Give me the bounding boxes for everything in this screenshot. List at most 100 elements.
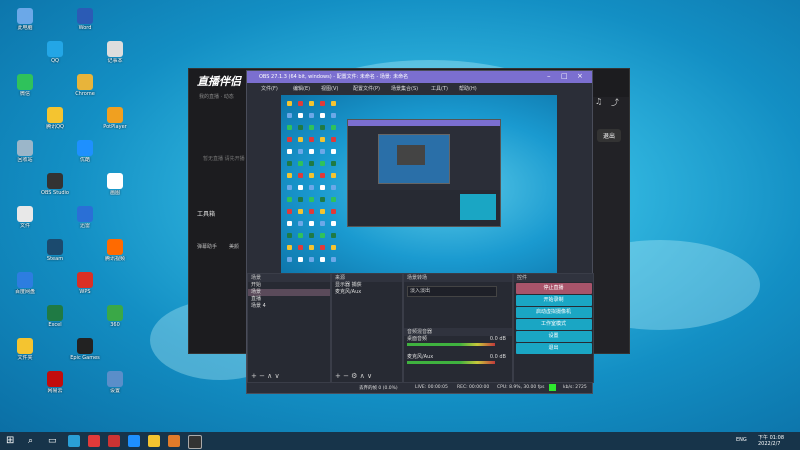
rec-time: REC: 00:00:00 [457, 385, 490, 390]
preview-icon [287, 233, 292, 238]
preview-icon [287, 245, 292, 250]
virtual-camera-button[interactable]: 启动虚拟摄像机 [515, 307, 592, 318]
desktop-icon[interactable]: 回收站 [8, 140, 42, 163]
desktop-icon-label: 画图 [109, 190, 120, 196]
close-icon[interactable]: × [577, 72, 583, 80]
scene-item-selected[interactable]: 场景 [248, 289, 330, 296]
preview-icon [287, 197, 292, 202]
desktop-icon[interactable]: 设置 [98, 371, 132, 394]
taskbar-app-icon[interactable] [168, 435, 180, 447]
clock-date[interactable]: 2022/2/7 [758, 441, 780, 447]
desktop-icon-glyph [107, 239, 123, 255]
desktop-icon-label: 微信 [19, 91, 30, 97]
tool-danmaku[interactable]: 弹幕助手 [197, 243, 217, 250]
desktop-icon[interactable]: Word [68, 8, 102, 31]
preview-icon [287, 113, 292, 118]
app-logo: 直播伴侣 [197, 75, 241, 88]
menu-profile[interactable]: 配置文件(P) [353, 85, 380, 92]
desktop-icon[interactable]: 网易云 [38, 371, 72, 394]
desktop-icon[interactable]: PotPlayer [98, 107, 132, 130]
desktop-icon[interactable]: Excel [38, 305, 72, 328]
desktop-icon-label: 百度网盘 [14, 289, 35, 295]
source-item[interactable]: 麦克风/Aux [332, 289, 402, 296]
desktop-icon[interactable]: 文件夹 [8, 338, 42, 361]
clock-time[interactable]: 下午 01:08 [758, 434, 784, 441]
edge-icon[interactable] [128, 435, 140, 447]
taskbar-app-icon[interactable] [88, 435, 100, 447]
desktop-icon[interactable]: WPS [68, 272, 102, 295]
preview-icon [298, 209, 303, 214]
search-icon[interactable]: ⌕ [28, 435, 40, 447]
scene-item[interactable]: 开始 [248, 282, 330, 289]
desktop-icon[interactable]: 画图 [98, 173, 132, 196]
desktop-icon[interactable]: Steam [38, 239, 72, 262]
stop-streaming-button[interactable]: 停止直播 [515, 283, 592, 294]
app-menu[interactable]: 我的直播 · 动态 [199, 93, 234, 100]
exit-button[interactable]: 退出 [515, 343, 592, 354]
source-item[interactable]: 显示器 捕获 [332, 282, 402, 289]
menu-scene-collection[interactable]: 场景集合(S) [391, 85, 418, 92]
menu-view[interactable]: 视图(V) [321, 85, 338, 92]
start-recording-button[interactable]: 开始录制 [515, 295, 592, 306]
desktop-icon-glyph [47, 239, 63, 255]
preview-icon [287, 101, 292, 106]
desktop-icon-glyph [77, 272, 93, 288]
transition-select[interactable]: 淡入淡出 [407, 286, 497, 297]
desktop-icon[interactable]: 此电脑 [8, 8, 42, 31]
taskbar-app-icon[interactable] [68, 435, 80, 447]
preview-icon [298, 233, 303, 238]
desktop-icon[interactable]: 优酷 [68, 140, 102, 163]
desktop-icon[interactable]: 腾讯QQ [38, 107, 72, 130]
windows-start-icon[interactable]: ⊞ [6, 435, 18, 447]
source-add-remove-controls[interactable]: + − ⚙ ∧ ∨ [335, 372, 372, 380]
desktop-icon-glyph [77, 8, 93, 24]
menu-tools[interactable]: 工具(T) [431, 85, 448, 92]
bell-icon[interactable]: ♫ [595, 97, 602, 106]
obs-preview[interactable] [281, 95, 557, 281]
desktop-icon[interactable]: 腾讯视频 [98, 239, 132, 262]
share-icon[interactable]: ⤴ [611, 97, 619, 108]
menu-file[interactable]: 文件(F) [261, 85, 278, 92]
volume-meter[interactable] [407, 361, 495, 364]
desktop-icon-glyph [17, 8, 33, 24]
preview-icon [287, 173, 292, 178]
desktop-icon[interactable]: Chrome [68, 74, 102, 97]
desktop-icon-glyph [47, 41, 63, 57]
studio-mode-button[interactable]: 工作室模式 [515, 319, 592, 330]
taskbar-app-icon[interactable] [108, 435, 120, 447]
language-indicator[interactable]: ENG [736, 437, 747, 443]
preview-icon [331, 173, 336, 178]
exit-button[interactable]: 退出 [596, 129, 621, 142]
maximize-icon[interactable]: □ [561, 72, 568, 80]
scene-item[interactable]: 场景 4 [248, 303, 330, 310]
preview-icon [309, 173, 314, 178]
scene-item[interactable]: 直播 [248, 296, 330, 303]
file-explorer-icon[interactable] [148, 435, 160, 447]
preview-icon [287, 257, 292, 262]
menu-help[interactable]: 帮助(H) [459, 85, 477, 92]
tool-beauty[interactable]: 美颜 [229, 243, 239, 250]
desktop-icon[interactable]: 微信 [8, 74, 42, 97]
desktop-icon[interactable]: 文件 [8, 206, 42, 229]
obs-taskbar-icon[interactable] [188, 435, 202, 449]
task-view-icon[interactable]: ▭ [48, 435, 60, 447]
desktop-icon[interactable]: QQ [38, 41, 72, 64]
track-name: 麦克风/Aux [407, 354, 434, 360]
desktop-icon-label: 腾讯QQ [46, 124, 64, 130]
desktop-icon[interactable]: 记事本 [98, 41, 132, 64]
desktop-icon[interactable]: 百度网盘 [8, 272, 42, 295]
volume-meter[interactable] [407, 343, 495, 346]
desktop-icon[interactable]: Epic Games [68, 338, 102, 361]
desktop-icon[interactable]: 迅雷 [68, 206, 102, 229]
preview-icon [320, 161, 325, 166]
desktop-icon-glyph [17, 206, 33, 222]
scene-add-remove-controls[interactable]: + − ∧ ∨ [251, 372, 280, 380]
obs-window: OBS 27.1.3 (64 bit, windows) - 配置文件: 未命名… [246, 70, 594, 394]
settings-button[interactable]: 设置 [515, 331, 592, 342]
desktop-icon-glyph [107, 41, 123, 57]
menu-edit[interactable]: 编辑(E) [293, 85, 310, 92]
preview-icon [298, 101, 303, 106]
desktop-icon[interactable]: 360 [98, 305, 132, 328]
minimize-icon[interactable]: – [547, 72, 551, 80]
desktop-icon[interactable]: OBS Studio [38, 173, 72, 196]
